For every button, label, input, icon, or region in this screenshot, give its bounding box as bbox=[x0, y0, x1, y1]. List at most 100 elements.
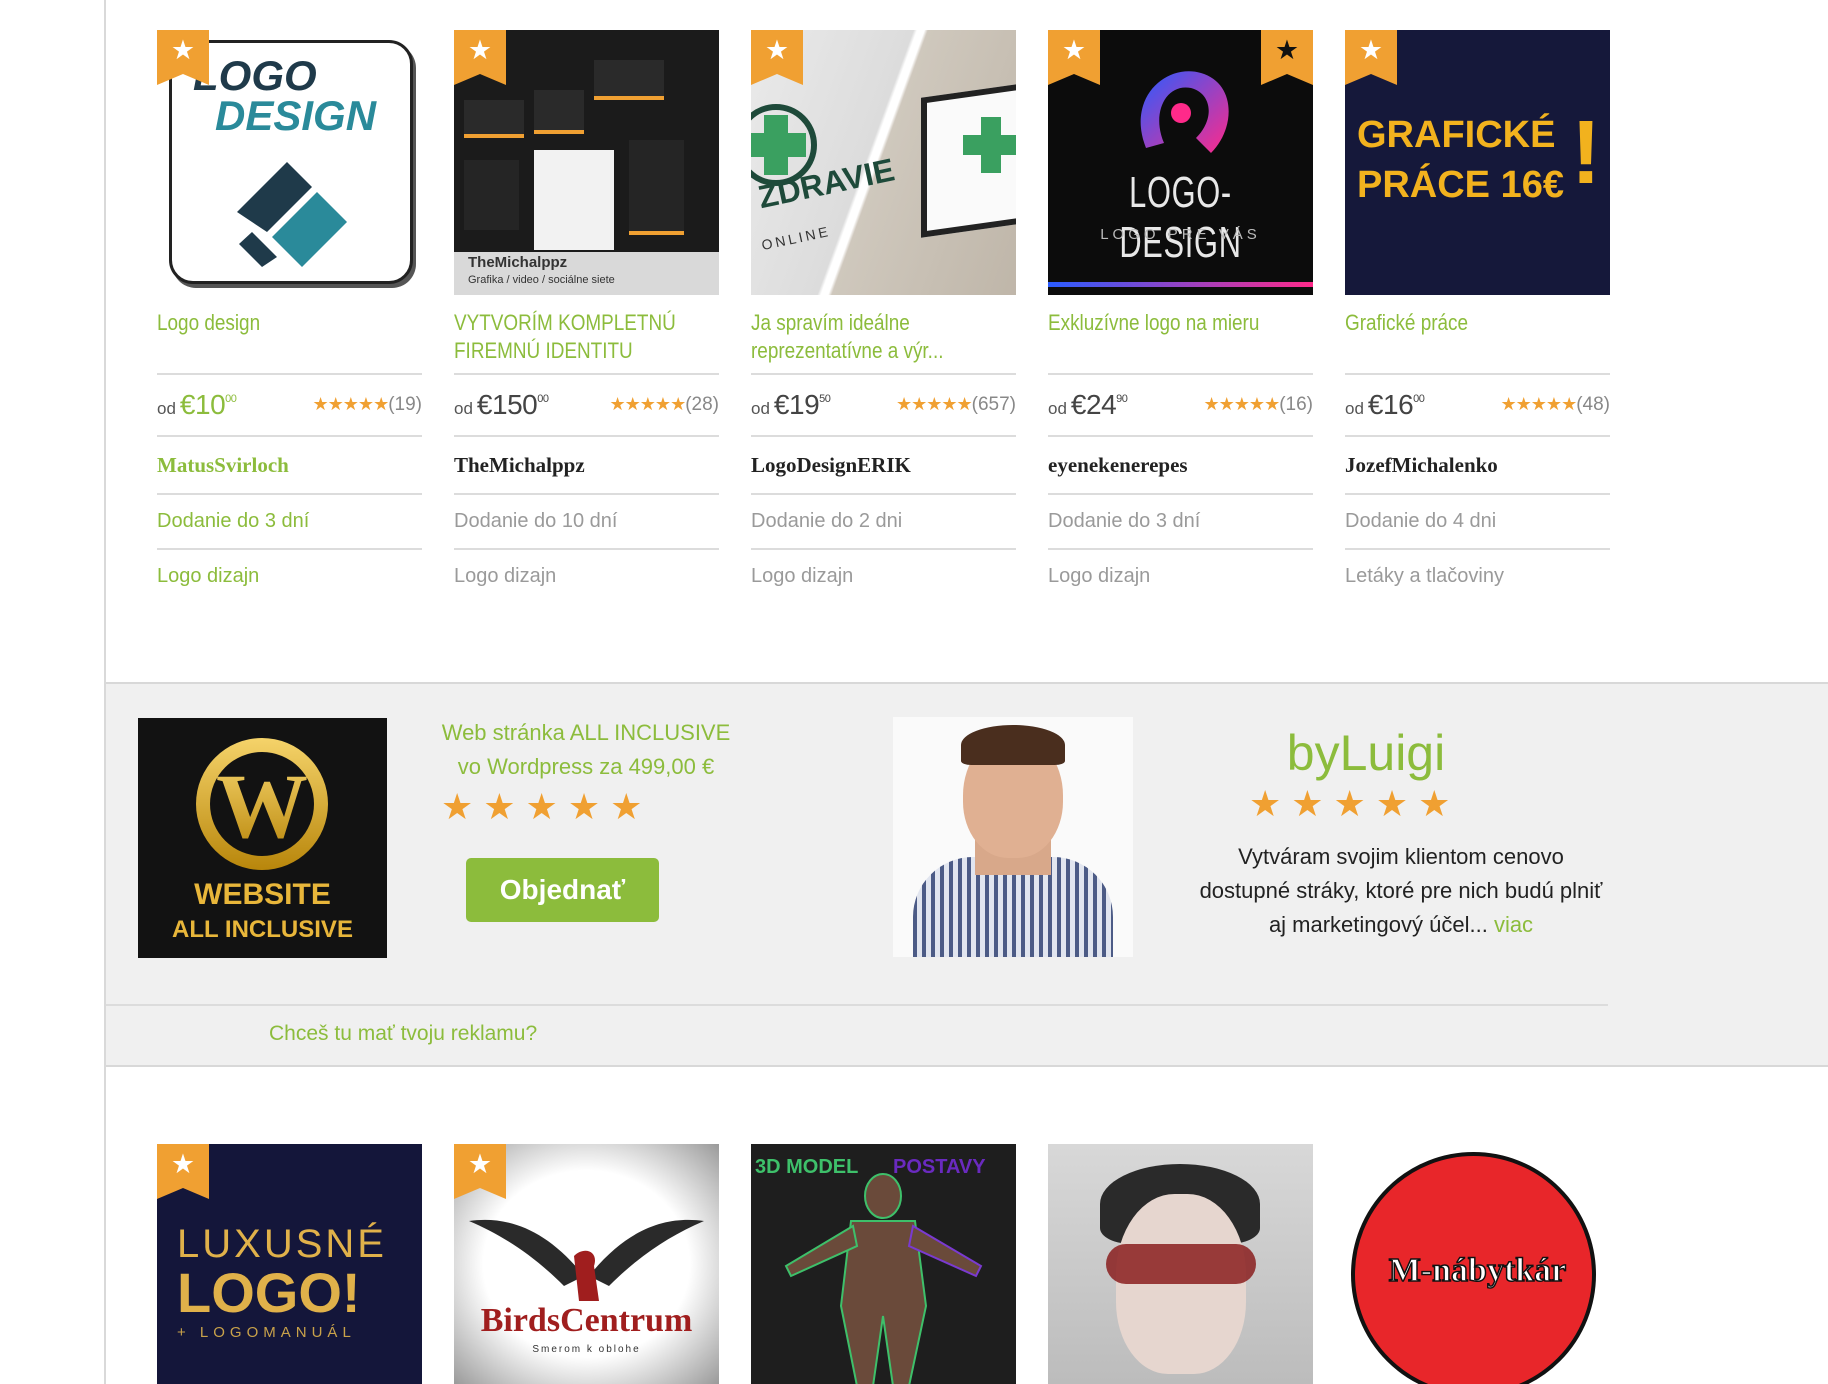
price-prefix: od bbox=[1345, 399, 1364, 418]
category-link[interactable]: Letáky a tlačoviny bbox=[1345, 550, 1610, 603]
review-count: (19) bbox=[388, 394, 422, 415]
thumb-text: GRAFICKÉ bbox=[1357, 114, 1556, 156]
product-grid-bottom: ★ LUXUSNÉ LOGO! + LOGOMANUÁL ★ BirdsCent… bbox=[157, 1144, 1610, 1384]
star-icon: ★ bbox=[1274, 35, 1300, 66]
seller-name[interactable]: JozefMichalenko bbox=[1345, 437, 1610, 493]
rating-stars-icon: ★★★★★ bbox=[312, 394, 390, 415]
3d-figure-icon bbox=[784, 1173, 983, 1384]
product-title[interactable]: Logo design bbox=[157, 295, 421, 373]
product-title[interactable]: Ja spravím ideálne reprezentatívne a výr… bbox=[751, 295, 1015, 373]
thumb-text: LOGO-DESIGN bbox=[1119, 168, 1242, 267]
seller-description: Vytváram svojim klientom cenovo dostupné… bbox=[1191, 840, 1611, 942]
product-thumbnail[interactable]: ★ ★ LOGO-DESIGN LOGO PRE VÁS bbox=[1048, 30, 1313, 295]
svg-text:W: W bbox=[216, 755, 308, 857]
ad-image-text: WEBSITE bbox=[194, 878, 331, 911]
category-link[interactable]: Logo dizajn bbox=[1048, 550, 1313, 603]
product-thumbnail[interactable]: ★ GRAFICKÉ PRÁCE 16€ ! bbox=[1345, 30, 1610, 295]
product-title[interactable]: Exkluzívne logo na mieru bbox=[1048, 295, 1312, 373]
price-prefix: od bbox=[1048, 399, 1067, 418]
price-main: €19 bbox=[773, 389, 820, 420]
featured-badge: ★ bbox=[454, 30, 506, 85]
review-count: (28) bbox=[685, 394, 719, 415]
delivery-time: Dodanie do 3 dní bbox=[1048, 510, 1201, 532]
product-card[interactable]: ★ BirdsCentrum Smerom k oblohe bbox=[454, 1144, 719, 1384]
delivery-time: Dodanie do 10 dní bbox=[454, 510, 618, 532]
rating-stars-icon: ★★★★★ bbox=[895, 394, 973, 415]
review-count: (16) bbox=[1279, 394, 1313, 415]
product-card[interactable] bbox=[1048, 1144, 1313, 1384]
thumb-text: BirdsCentrum bbox=[480, 1302, 693, 1339]
product-thumbnail[interactable]: M-nábytkár bbox=[1345, 1144, 1610, 1384]
category-link[interactable]: Logo dizajn bbox=[157, 550, 422, 603]
product-thumbnail[interactable]: ★ LUXUSNÉ LOGO! + LOGOMANUÁL bbox=[157, 1144, 422, 1384]
price-cents: 00 bbox=[537, 393, 549, 405]
price-row: od €15000 ★★★★★(28) bbox=[454, 375, 719, 435]
price-amount: €1000 bbox=[179, 389, 237, 420]
rating: ★★★★★(48) bbox=[1501, 394, 1610, 416]
seller-name[interactable]: LogoDesignERIK bbox=[751, 437, 1016, 493]
featured-badge: ★ bbox=[157, 1144, 209, 1199]
product-thumbnail[interactable]: ★ TheMichalppz Grafika / video / sociáln… bbox=[454, 30, 719, 295]
thumb-text: LOGO bbox=[193, 52, 317, 99]
advertise-link[interactable]: Chceš tu mať tvoju reklamu? bbox=[269, 1022, 537, 1046]
price-amount: €15000 bbox=[477, 389, 549, 420]
rating-stars-icon: ★★★★★ bbox=[609, 394, 687, 415]
thumb-text: DESIGN bbox=[215, 92, 377, 139]
price-main: €150 bbox=[476, 389, 538, 420]
product-card[interactable]: ★ LOGO DESIGN Logo design od €1000 ★★★★★(… bbox=[157, 30, 422, 603]
price-main: €10 bbox=[179, 389, 226, 420]
more-link[interactable]: viac bbox=[1494, 912, 1533, 937]
price: od €1950 bbox=[751, 389, 831, 421]
product-card[interactable]: ★ ★ LOGO-DESIGN LOGO PRE VÁS Exkluzívne … bbox=[1048, 30, 1313, 603]
product-thumbnail[interactable]: ★ BirdsCentrum Smerom k oblohe bbox=[454, 1144, 719, 1384]
thumb-text: Smerom k oblohe bbox=[532, 1344, 641, 1355]
order-button[interactable]: Objednať bbox=[466, 858, 659, 922]
review-count: (657) bbox=[971, 394, 1016, 415]
delivery-time: Dodanie do 2 dni bbox=[751, 510, 903, 532]
star-icon: ★ bbox=[170, 35, 196, 66]
product-thumbnail[interactable]: ★ ZDRAVIE ONLINE bbox=[751, 30, 1016, 295]
star-icon: ★ bbox=[170, 1149, 196, 1180]
promo-band: W WEBSITE ALL INCLUSIVE Web stránka ALL … bbox=[106, 682, 1828, 1067]
price: od €1600 bbox=[1345, 389, 1425, 421]
price-amount: €2490 bbox=[1071, 389, 1128, 420]
price-row: od €2490 ★★★★★(16) bbox=[1048, 375, 1313, 435]
product-card[interactable]: ★ LUXUSNÉ LOGO! + LOGOMANUÁL bbox=[157, 1144, 422, 1384]
product-card[interactable]: M-nábytkár bbox=[1345, 1144, 1610, 1384]
seller-avatar[interactable] bbox=[893, 717, 1133, 957]
category-link[interactable]: Logo dizajn bbox=[454, 550, 719, 603]
rating: ★★★★★(28) bbox=[610, 394, 719, 416]
ad-image[interactable]: W WEBSITE ALL INCLUSIVE bbox=[138, 718, 387, 958]
bird-wings-icon bbox=[469, 1219, 704, 1301]
product-card[interactable]: 3D MODEL POSTAVY bbox=[751, 1144, 1016, 1384]
seller-name[interactable]: TheMichalppz bbox=[454, 437, 719, 493]
thumb-text: M-nábytkár bbox=[1388, 1251, 1567, 1290]
exclamation-icon: ! bbox=[1571, 103, 1601, 203]
price-cents: 90 bbox=[1116, 393, 1128, 405]
product-card[interactable]: ★ ZDRAVIE ONLINE Ja spravím ideálne repr… bbox=[751, 30, 1016, 603]
product-thumbnail[interactable]: ★ LOGO DESIGN bbox=[157, 30, 422, 295]
ad-image-text: ALL INCLUSIVE bbox=[172, 916, 353, 943]
product-card[interactable]: ★ TheMichalppz Grafika / video / sociáln… bbox=[454, 30, 719, 603]
logo-mark-icon bbox=[237, 162, 347, 267]
product-thumbnail[interactable] bbox=[1048, 1144, 1313, 1384]
product-title[interactable]: Grafické práce bbox=[1345, 295, 1609, 373]
divider bbox=[106, 1004, 1608, 1006]
seller-rating-stars-icon: ★★★★★ bbox=[1249, 784, 1461, 825]
category-link[interactable]: Logo dizajn bbox=[751, 550, 1016, 603]
thumb-text: ONLINE bbox=[760, 222, 833, 254]
star-icon: ★ bbox=[1358, 35, 1384, 66]
seller-name[interactable]: eyenekenerepes bbox=[1048, 437, 1313, 493]
ad-title[interactable]: Web stránka ALL INCLUSIVE vo Wordpress z… bbox=[436, 716, 736, 784]
price-amount: €1950 bbox=[773, 389, 831, 420]
thumb-text: TheMichalppz bbox=[468, 254, 568, 271]
product-title[interactable]: VYTVORÍM KOMPLETNÚ FIREMNÚ IDENTITU bbox=[454, 295, 718, 373]
ad-seller-name[interactable]: byLuigi bbox=[1206, 724, 1526, 782]
seller-name[interactable]: MatusSvirloch bbox=[157, 437, 422, 493]
product-card[interactable]: ★ GRAFICKÉ PRÁCE 16€ ! Grafické práce od… bbox=[1345, 30, 1610, 603]
star-icon: ★ bbox=[467, 35, 493, 66]
price-row: od €1950 ★★★★★(657) bbox=[751, 375, 1016, 435]
product-thumbnail[interactable]: 3D MODEL POSTAVY bbox=[751, 1144, 1016, 1384]
price-cents: 50 bbox=[819, 393, 831, 405]
price-row: od €1600 ★★★★★(48) bbox=[1345, 375, 1610, 435]
